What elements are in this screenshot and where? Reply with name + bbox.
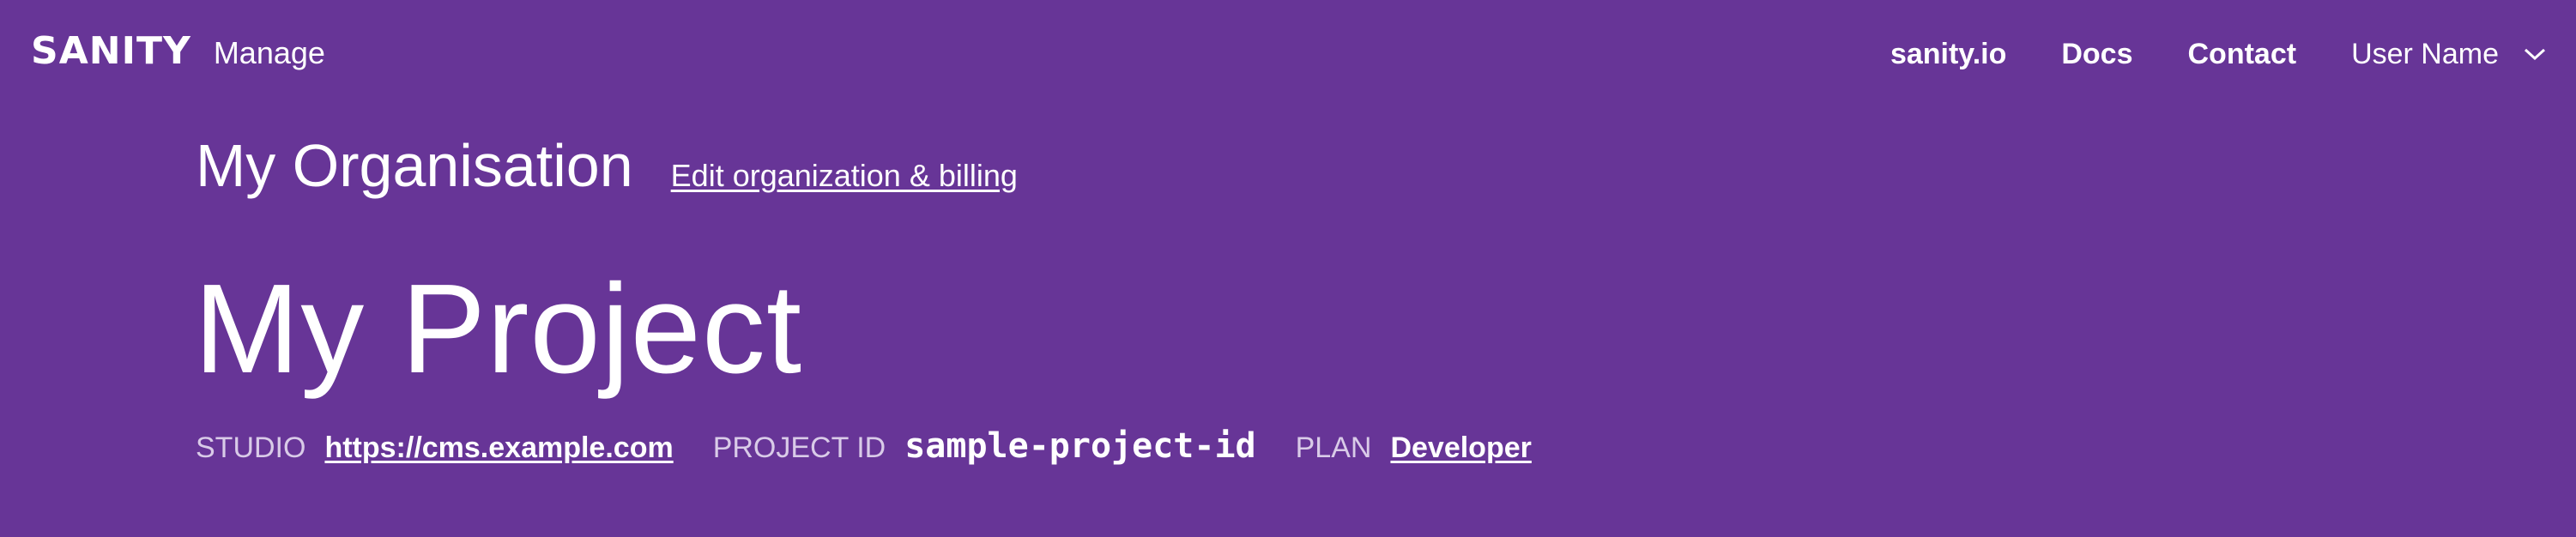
nav-link-contact[interactable]: Contact [2188, 39, 2297, 69]
section-title: Manage [213, 35, 325, 70]
chevron-down-icon [2524, 48, 2546, 61]
user-menu[interactable]: User Name [2351, 39, 2547, 69]
nav-link-sanity-io[interactable]: sanity.io [1890, 39, 2006, 69]
project-id-label: PROJECT ID [712, 431, 886, 464]
plan-link[interactable]: Developer [1390, 433, 1531, 462]
brand: SANITY Manage [31, 33, 325, 70]
top-navigation: sanity.io Docs Contact User Name [1890, 39, 2547, 69]
studio-label: STUDIO [196, 431, 306, 464]
user-name: User Name [2351, 38, 2499, 70]
organization-row: My Organisation Edit organization & bill… [196, 136, 1018, 196]
project-title: My Project [194, 258, 803, 400]
edit-organization-link[interactable]: Edit organization & billing [671, 158, 1018, 194]
studio-url-link[interactable]: https://cms.example.com [324, 433, 673, 462]
plan-label: PLAN [1295, 431, 1372, 464]
project-id-value: sample-project-id [904, 426, 1256, 466]
sanity-logo[interactable]: SANITY [31, 33, 191, 70]
nav-link-docs[interactable]: Docs [2061, 39, 2132, 69]
organization-name: My Organisation [196, 132, 633, 199]
project-meta: STUDIO https://cms.example.com PROJECT I… [196, 429, 1571, 463]
